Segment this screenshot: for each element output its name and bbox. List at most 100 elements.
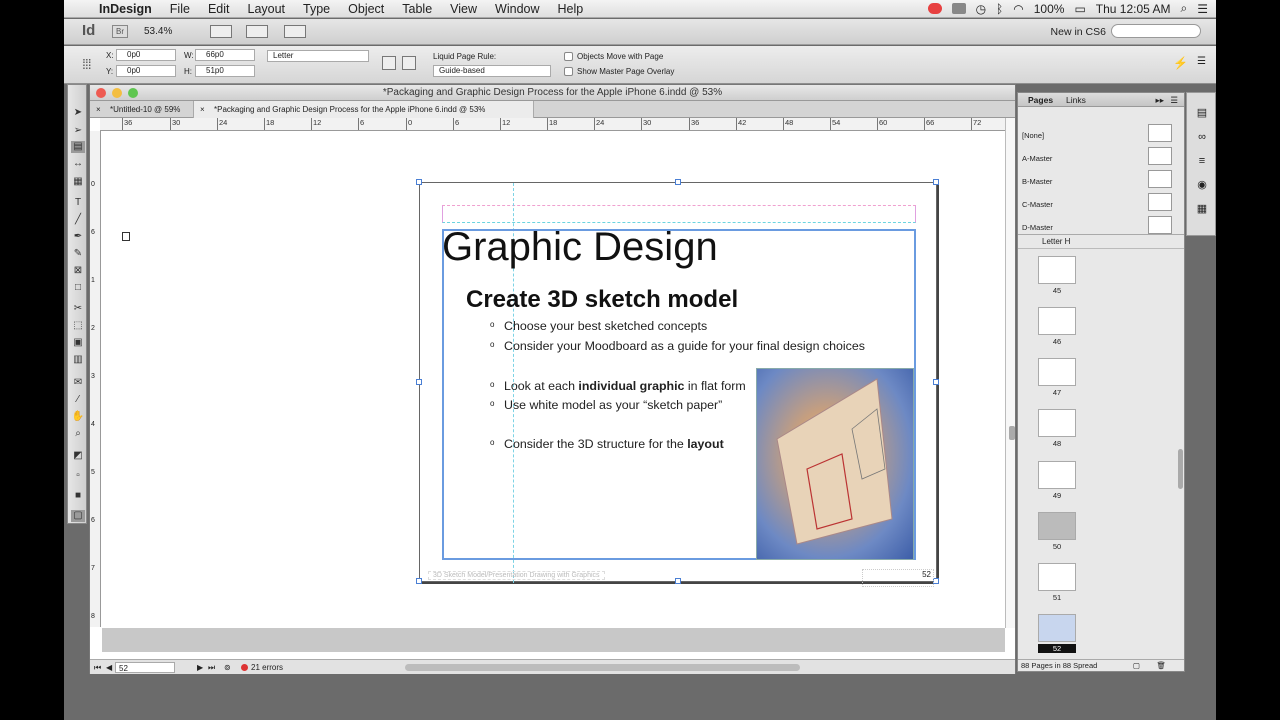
- wifi-icon[interactable]: ◠: [1013, 2, 1023, 16]
- selection-handle[interactable]: [675, 179, 681, 185]
- portrait-icon[interactable]: [382, 56, 396, 70]
- height-field[interactable]: 51p0: [195, 65, 255, 77]
- lightning-icon[interactable]: ⚡: [1173, 56, 1188, 70]
- master-none[interactable]: [None]: [1022, 124, 1172, 142]
- vertical-ruler[interactable]: 0 6 1 2 3 4 5 6 7 8: [90, 131, 101, 627]
- page-thumbnail[interactable]: [1038, 256, 1076, 284]
- swatches-panel-icon[interactable]: ▦: [1195, 203, 1209, 215]
- help-search-input[interactable]: [1111, 24, 1201, 38]
- time-machine-icon[interactable]: ◷: [976, 2, 986, 16]
- reference-point-icon[interactable]: ⁞⁞⁞: [82, 56, 92, 72]
- page-thumbnail[interactable]: [1038, 358, 1076, 386]
- preflight-errors[interactable]: 21 errors: [251, 660, 283, 675]
- close-window-icon[interactable]: [96, 88, 106, 98]
- type-tool-icon[interactable]: T: [71, 197, 85, 209]
- selection-handle[interactable]: [416, 578, 422, 584]
- prev-page-icon[interactable]: ◀: [106, 660, 112, 675]
- preflight-icon[interactable]: ⊚: [224, 660, 231, 675]
- screen-mode-icon[interactable]: [246, 25, 268, 38]
- menu-table[interactable]: Table: [393, 2, 441, 16]
- page-thumbnail-selected[interactable]: [1038, 614, 1076, 642]
- links-panel-icon[interactable]: ∞: [1195, 131, 1209, 143]
- tab-untitled[interactable]: × *Untitled-10 @ 59%: [90, 101, 194, 118]
- eyedropper-tool-icon[interactable]: ⁄: [71, 394, 85, 406]
- master-d[interactable]: D-Master: [1022, 216, 1172, 234]
- menu-object[interactable]: Object: [339, 2, 393, 16]
- bullet-item[interactable]: Choose your best sketched concepts: [490, 319, 707, 333]
- menu-layout[interactable]: Layout: [239, 2, 295, 16]
- horizontal-ruler[interactable]: 36 30 24 18 12 6 0 6 12 18 24 30 36 42 4…: [100, 118, 1005, 131]
- screen-mode-icon-tool[interactable]: ▢: [71, 510, 85, 522]
- menu-type[interactable]: Type: [294, 2, 339, 16]
- arrange-documents-icon[interactable]: [284, 25, 306, 38]
- hand-tool-icon[interactable]: ✋: [71, 411, 85, 423]
- app-menu[interactable]: InDesign: [90, 2, 161, 16]
- bullet-item[interactable]: Look at each individual graphic in flat …: [490, 379, 746, 393]
- zoom-tool-icon[interactable]: ⌕: [71, 428, 85, 440]
- show-master-overlay-checkbox[interactable]: [564, 67, 573, 76]
- stroke-panel-icon[interactable]: ≡: [1195, 155, 1209, 167]
- scissors-tool-icon[interactable]: ✂: [71, 303, 85, 315]
- view-options-icon[interactable]: [210, 25, 232, 38]
- menu-window[interactable]: Window: [486, 2, 548, 16]
- new-page-icon[interactable]: ▢: [1133, 660, 1140, 672]
- page-size-select[interactable]: Letter H: [1042, 235, 1070, 249]
- page-thumbnail[interactable]: [1038, 563, 1076, 591]
- selection-handle[interactable]: [675, 578, 681, 584]
- panel-menu-icon[interactable]: ☰: [1197, 56, 1206, 67]
- menu-view[interactable]: View: [441, 2, 486, 16]
- panel-resize-handle[interactable]: [1009, 426, 1015, 440]
- bullet-item[interactable]: Consider your Moodboard as a guide for y…: [490, 339, 865, 353]
- clock[interactable]: Thu 12:05 AM: [1096, 2, 1171, 16]
- slide-subtitle[interactable]: Create 3D sketch model: [466, 286, 738, 314]
- record-icon[interactable]: [927, 3, 942, 14]
- landscape-icon[interactable]: [402, 56, 416, 70]
- pen-tool-icon[interactable]: ✒: [71, 231, 85, 243]
- minimize-window-icon[interactable]: [112, 88, 122, 98]
- panel-options-icon[interactable]: ☰: [1170, 93, 1178, 107]
- spotlight-icon[interactable]: ⌕: [1181, 1, 1188, 16]
- canvas[interactable]: Graphic Design Create 3D sketch model Ch…: [102, 132, 1005, 628]
- selection-handle[interactable]: [416, 179, 422, 185]
- airplay-icon[interactable]: [951, 3, 966, 14]
- y-field[interactable]: 0p0: [116, 65, 176, 77]
- color-panel-icon[interactable]: ◉: [1195, 179, 1209, 191]
- fill-stroke-icon[interactable]: ◩: [71, 450, 85, 462]
- x-field[interactable]: 0p0: [116, 49, 176, 61]
- master-c[interactable]: C-Master: [1022, 193, 1172, 211]
- tab-links[interactable]: Links: [1066, 93, 1086, 107]
- menu-edit[interactable]: Edit: [199, 2, 239, 16]
- menu-help[interactable]: Help: [549, 2, 593, 16]
- zoom-window-icon[interactable]: [128, 88, 138, 98]
- sketch-model-photo[interactable]: [756, 368, 914, 560]
- last-page-icon[interactable]: ⏭: [208, 660, 215, 675]
- panel-menu-icon[interactable]: ▸▸: [1155, 93, 1164, 107]
- page[interactable]: Graphic Design Create 3D sketch model Ch…: [416, 179, 939, 587]
- notification-icon[interactable]: ☰: [1197, 2, 1208, 16]
- horizontal-scrollbar[interactable]: [405, 664, 800, 671]
- free-transform-tool-icon[interactable]: ⬚: [71, 320, 85, 332]
- thumbnail-scrollbar[interactable]: [1178, 449, 1183, 489]
- rectangle-tool-icon[interactable]: □: [71, 282, 85, 294]
- bridge-button[interactable]: Br: [112, 25, 128, 38]
- selection-tool-icon[interactable]: ➤: [71, 107, 85, 119]
- gradient-feather-tool-icon[interactable]: ▥: [71, 354, 85, 366]
- bluetooth-icon[interactable]: ᛒ: [996, 2, 1003, 16]
- content-collector-icon[interactable]: ▦: [71, 176, 85, 188]
- workspace-switcher[interactable]: New in CS6: [1051, 26, 1106, 38]
- page-thumbnail[interactable]: [1038, 461, 1076, 489]
- selection-handle[interactable]: [933, 179, 939, 185]
- bullet-item[interactable]: Consider the 3D structure for the layout: [490, 437, 724, 451]
- tab-packaging[interactable]: × *Packaging and Graphic Design Process f…: [194, 101, 534, 118]
- note-tool-icon[interactable]: ✉: [71, 377, 85, 389]
- bullet-item[interactable]: Use white model as your “sketch paper”: [490, 398, 722, 412]
- selection-handle[interactable]: [933, 379, 939, 385]
- close-tab-icon[interactable]: ×: [96, 101, 101, 118]
- vertical-scrollbar[interactable]: [1005, 118, 1015, 628]
- master-b[interactable]: B-Master: [1022, 170, 1172, 188]
- menu-file[interactable]: File: [161, 2, 199, 16]
- slide-title[interactable]: Graphic Design: [442, 225, 718, 270]
- formatting-affects-icon[interactable]: ▫: [71, 470, 85, 482]
- gradient-swatch-tool-icon[interactable]: ▣: [71, 337, 85, 349]
- width-field[interactable]: 66p0: [195, 49, 255, 61]
